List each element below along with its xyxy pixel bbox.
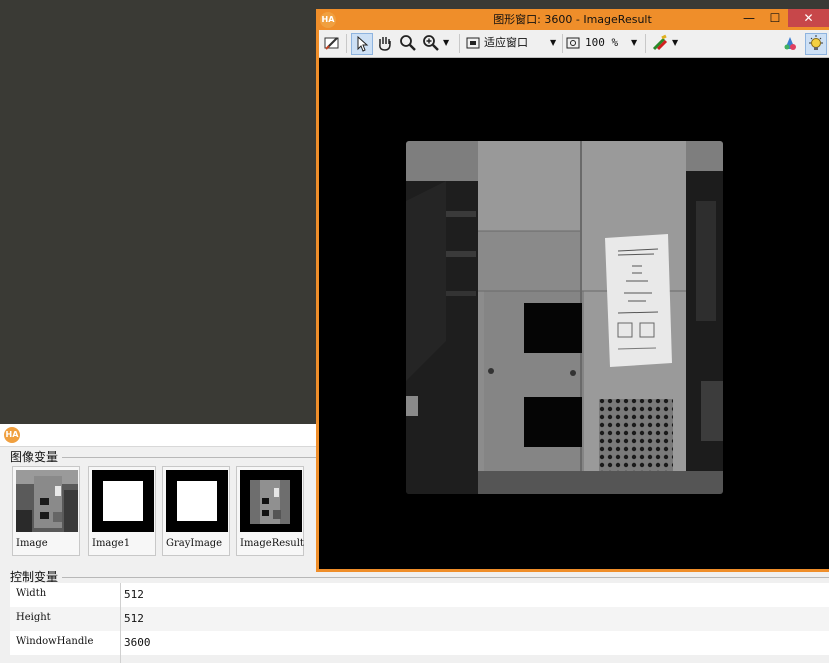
halcon-logo-icon: HA	[4, 427, 20, 443]
image-variable-name: Image1	[92, 538, 131, 549]
image-variable-name: Image	[16, 538, 48, 549]
settings-icon[interactable]	[322, 33, 342, 53]
control-column-divider	[120, 583, 121, 663]
graphics-window: HA 图形窗口: 3600 - ImageResult — ☐ ✕ ▼ 适应窗口…	[316, 9, 829, 572]
thumbnail	[92, 470, 154, 532]
control-row-width[interactable]: Width 512	[10, 583, 829, 607]
control-value: 512	[124, 588, 144, 601]
zoom-dropdown-chevron-down-icon[interactable]: ▼	[443, 33, 453, 53]
image-variable-imageresult[interactable]: ImageResult	[236, 466, 304, 556]
control-row-windowhandle[interactable]: WindowHandle 3600	[10, 631, 829, 655]
control-section-divider	[62, 577, 829, 578]
minimize-button[interactable]: —	[736, 9, 762, 27]
mask-square	[177, 481, 217, 521]
bulb-icon[interactable]	[805, 33, 827, 55]
toolbar-separator	[459, 34, 460, 53]
halcon-logo-icon: HA	[320, 12, 336, 28]
fit-window-icon	[465, 33, 481, 53]
toolbar-separator	[645, 34, 646, 53]
thumbnail	[166, 470, 228, 532]
fit-window-select[interactable]: 适应窗口	[484, 33, 544, 53]
thumbnail	[16, 470, 78, 532]
control-name: Width	[16, 588, 47, 599]
image-variables-title: 图像变量	[10, 450, 59, 464]
image-variable-name: GrayImage	[166, 538, 223, 549]
toolbar-separator	[346, 34, 347, 53]
result-image	[406, 141, 723, 494]
image-section-divider	[62, 457, 316, 458]
graphics-toolbar: ▼ 适应窗口 ▼ 100 % ▼ ▼	[319, 30, 829, 58]
zoom-percent-chevron-down-icon[interactable]: ▼	[631, 33, 641, 53]
fit-window-chevron-down-icon[interactable]: ▼	[550, 33, 560, 53]
color-icon[interactable]	[650, 33, 670, 53]
control-row-height[interactable]: Height 512	[10, 607, 829, 631]
graphics-window-titlebar[interactable]: HA 图形窗口: 3600 - ImageResult — ☐ ✕	[316, 9, 829, 30]
image-variable-image[interactable]: Image	[12, 466, 80, 556]
graphics-window-title: 图形窗口: 3600 - ImageResult	[493, 13, 652, 26]
control-value: 3600	[124, 636, 151, 649]
control-value: 512	[124, 612, 144, 625]
pan-hand-icon[interactable]	[375, 33, 395, 53]
graphics-canvas[interactable]	[319, 58, 829, 569]
zoom-percent-select[interactable]: 100 %	[585, 33, 635, 53]
pointer-icon[interactable]	[351, 33, 373, 55]
image-variable-name: ImageResult	[240, 538, 304, 549]
zoom-percent-icon	[565, 33, 581, 53]
thumbnail	[240, 470, 302, 532]
control-name: Height	[16, 612, 51, 623]
palette-icon[interactable]	[780, 33, 800, 53]
image-variable-grayimage[interactable]: GrayImage	[162, 466, 230, 556]
variables-titlebar: HA	[0, 424, 316, 447]
color-chevron-down-icon[interactable]: ▼	[672, 33, 682, 53]
image-variable-image1[interactable]: Image1	[88, 466, 156, 556]
toolbar-separator	[562, 34, 563, 53]
zoom-region-icon[interactable]	[398, 33, 418, 53]
mask-square	[103, 481, 143, 521]
zoom-in-icon[interactable]	[421, 33, 441, 53]
control-name: WindowHandle	[16, 636, 94, 647]
maximize-button[interactable]: ☐	[762, 9, 788, 27]
close-button[interactable]: ✕	[788, 9, 829, 27]
